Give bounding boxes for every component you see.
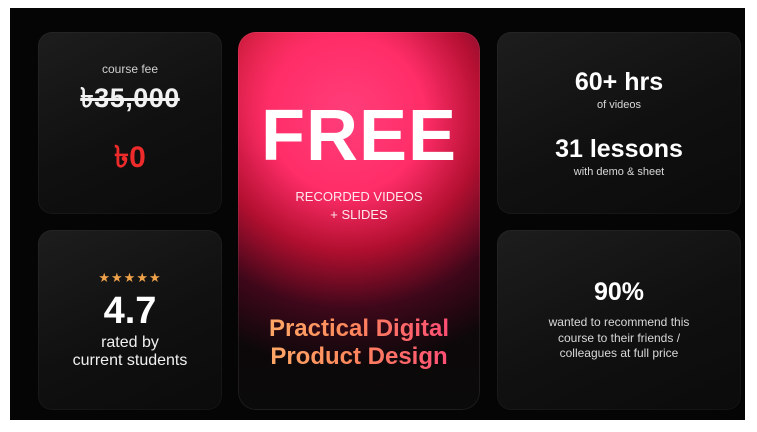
discounted-price: ৳0 bbox=[114, 141, 146, 174]
recommend-note-line3: colleagues at full price bbox=[559, 346, 679, 361]
rating-value: 4.7 bbox=[103, 289, 157, 332]
content-stats-card: 60+ hrs of videos 31 lessons with demo &… bbox=[497, 32, 741, 214]
course-fee-card: course fee ৳35,000 ৳0 bbox=[38, 32, 222, 214]
hero-subtitle-line1: RECORDED VIDEOS bbox=[295, 189, 423, 204]
video-hours-note: of videos bbox=[596, 99, 642, 111]
hero-headline: FREE bbox=[260, 96, 458, 176]
star-rating-icon: ★★★★★ bbox=[98, 269, 162, 285]
hero-subtitle: RECORDED VIDEOS + SLIDES bbox=[238, 188, 480, 223]
recommend-note: wanted to recommend this course to their… bbox=[529, 315, 709, 362]
rating-card: ★★★★★ 4.7 rated by current students bbox=[38, 230, 222, 410]
course-title: Practical Digital Product Design bbox=[238, 315, 480, 370]
rating-caption: rated by current students bbox=[73, 334, 188, 371]
recommend-note-line1: wanted to recommend this bbox=[548, 315, 690, 330]
rating-caption-line2: current students bbox=[72, 352, 188, 369]
lesson-count-note: with demo & sheet bbox=[573, 166, 665, 178]
video-hours: 60+ hrs bbox=[574, 68, 664, 96]
recommend-card: 90% wanted to recommend this course to t… bbox=[497, 230, 741, 410]
rating-caption-line1: rated by bbox=[101, 333, 159, 351]
recommend-note-line2: course to their friends / bbox=[557, 330, 681, 345]
hero-card: FREE RECORDED VIDEOS + SLIDES Practical … bbox=[238, 32, 480, 410]
lesson-count: 31 lessons bbox=[555, 135, 683, 163]
promo-banner: course fee ৳35,000 ৳0 ★★★★★ 4.7 rated by… bbox=[10, 8, 745, 420]
original-price: ৳35,000 bbox=[80, 83, 180, 113]
course-fee-label: course fee bbox=[101, 62, 159, 76]
hero-subtitle-line2: + SLIDES bbox=[330, 206, 388, 222]
course-title-line2: Product Design bbox=[270, 342, 448, 370]
course-title-line1: Practical Digital bbox=[268, 315, 450, 342]
recommend-percent: 90% bbox=[593, 278, 645, 307]
